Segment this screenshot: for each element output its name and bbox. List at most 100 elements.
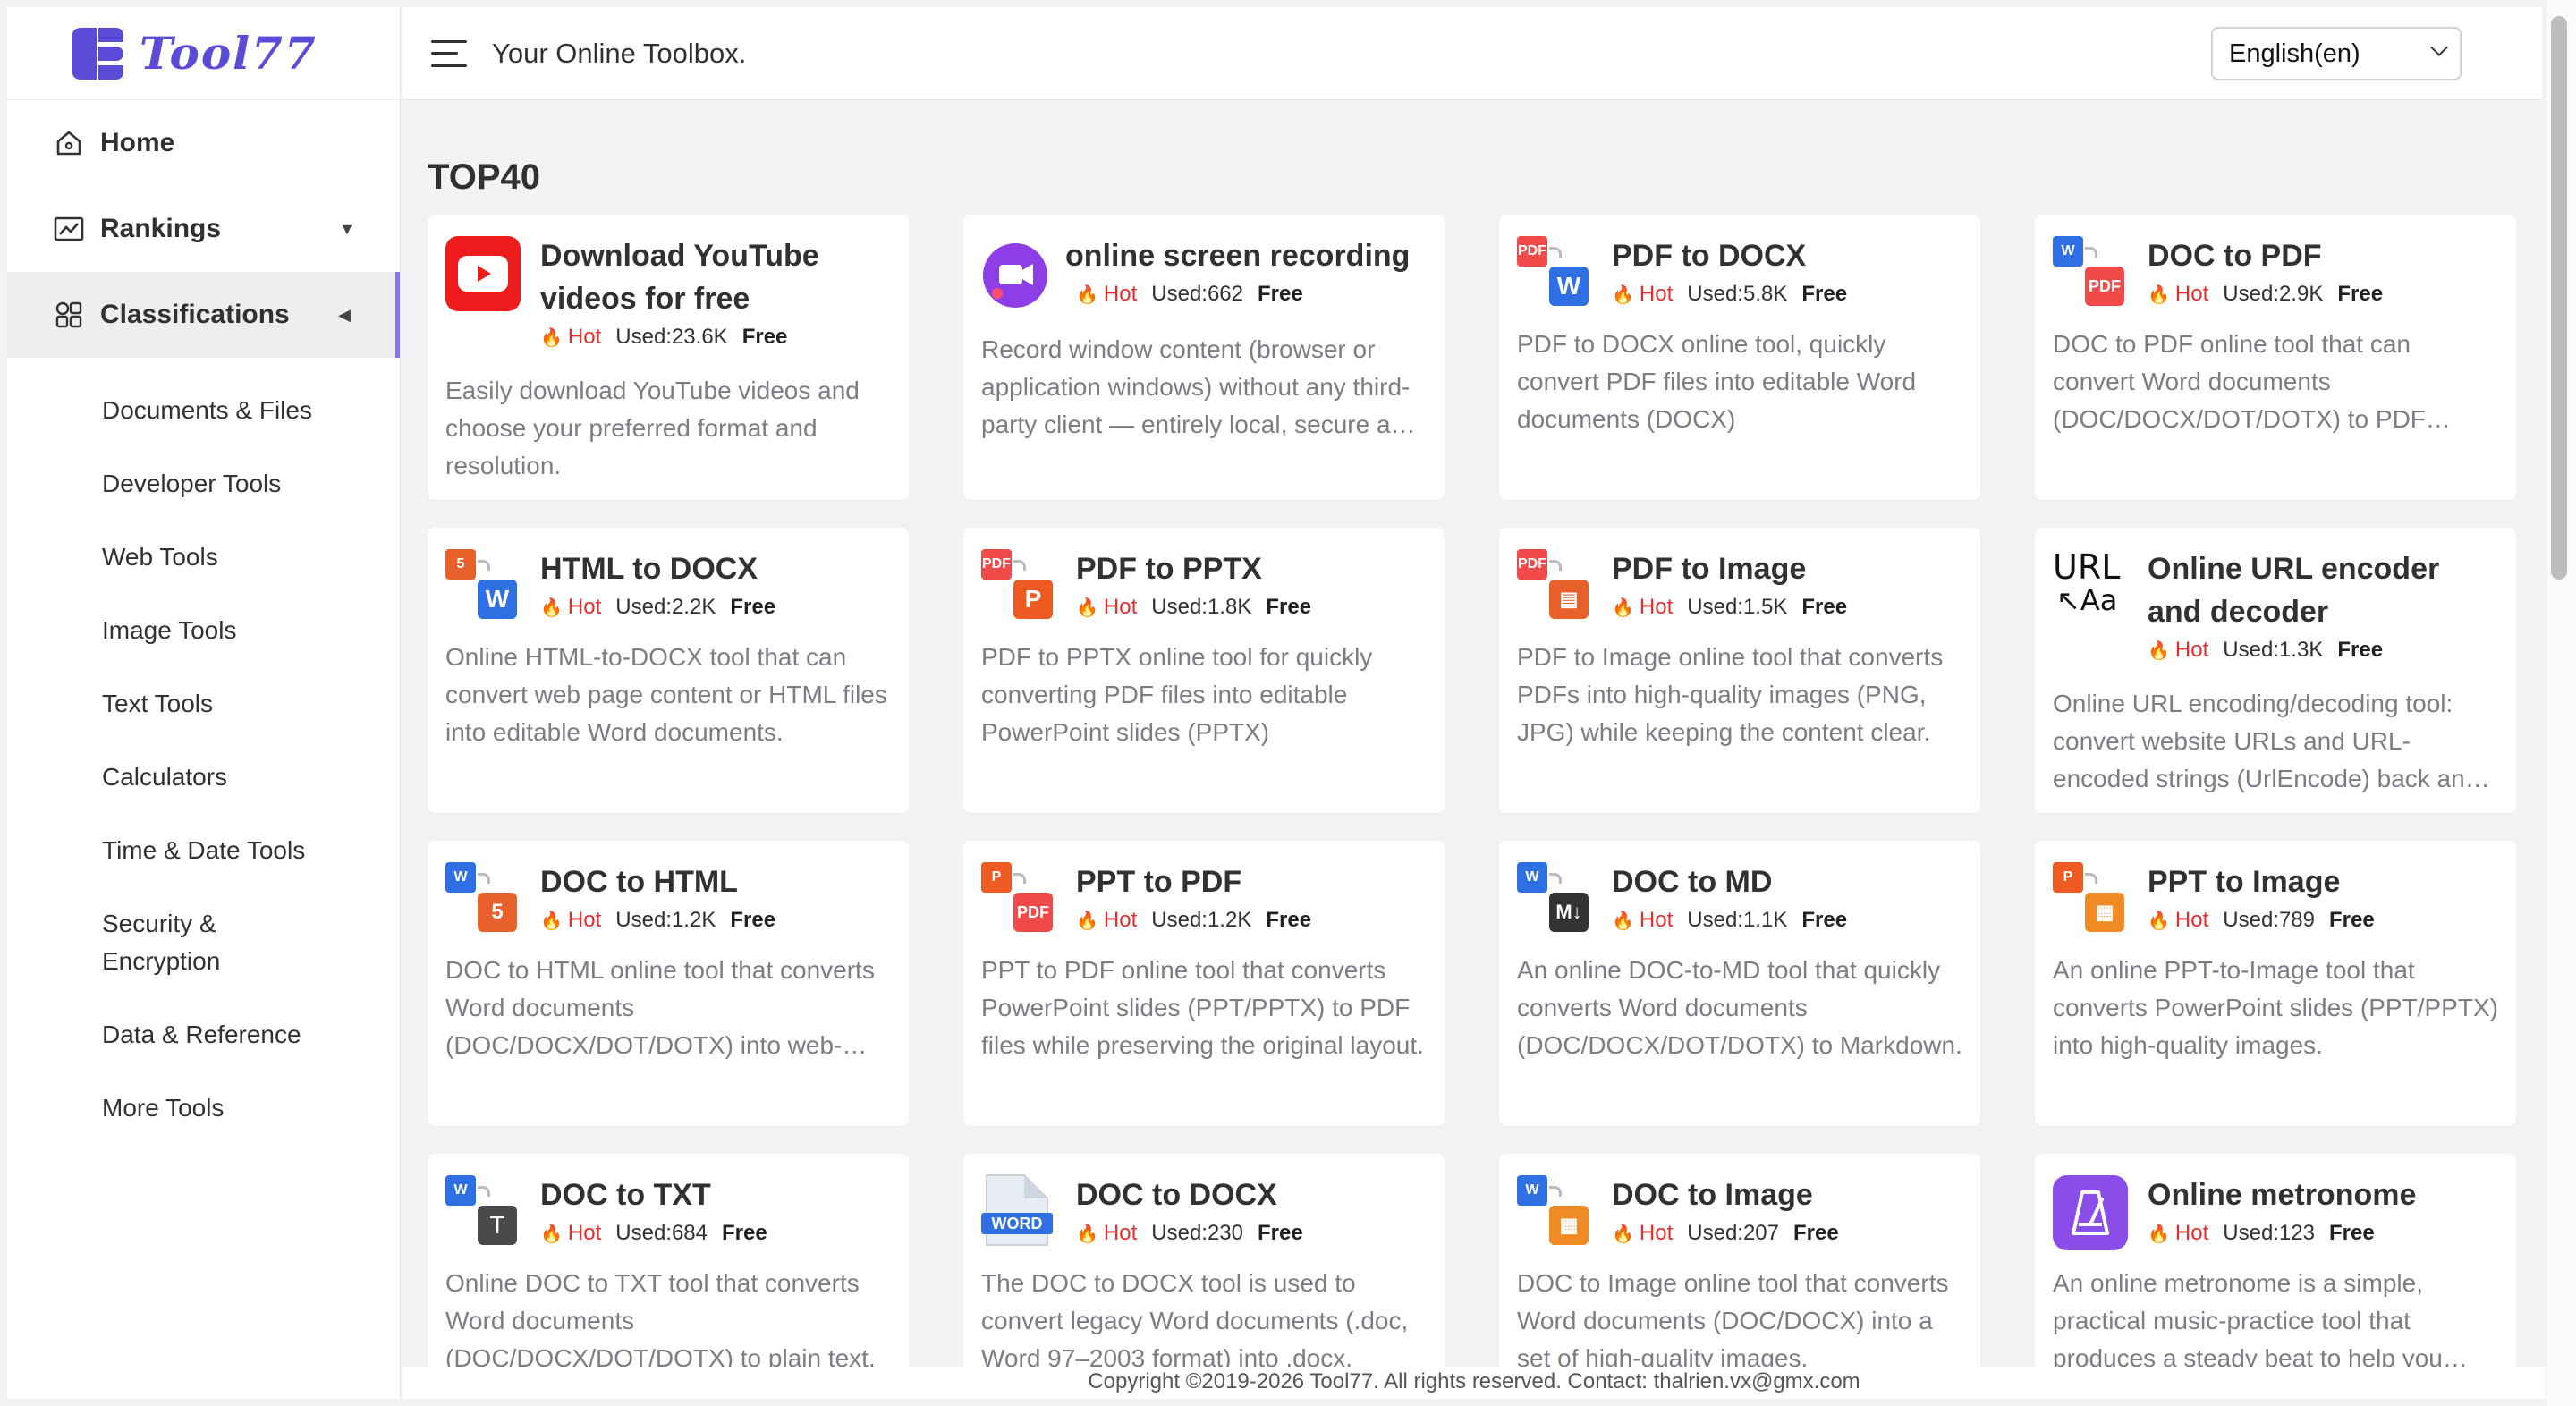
hot-label: Hot	[2174, 908, 2209, 932]
sub-web-tools[interactable]: Web Tools	[7, 521, 400, 594]
tool-card[interactable]: PDF ▤ PDF to Image 🔥 Hot Used:1.5K Free PD…	[1499, 528, 1980, 813]
tool-card[interactable]: W ▦ DOC to Image 🔥 Hot Used:207 Free DOC t…	[1499, 1154, 1980, 1367]
tool-description: DOC to Image online tool that converts W…	[1517, 1269, 1949, 1367]
hot-badge: 🔥 Hot	[2148, 282, 2208, 307]
tool-description: PDF to Image online tool that converts P…	[1517, 643, 1944, 746]
page-footer: Copyright ©2019-2026 Tool77. All rights …	[402, 1367, 2546, 1399]
scrollbar-thumb[interactable]	[2551, 16, 2567, 580]
language-select[interactable]: English(en)	[2211, 27, 2462, 80]
tool-grid-viewport: Download YouTube videos for free 🔥 Hot Us…	[402, 211, 2546, 1367]
usage-count: Used:1.2K	[615, 908, 716, 932]
hot-badge: 🔥 Hot	[1076, 908, 1137, 933]
site-logo[interactable]: Tool77	[7, 7, 400, 100]
tool-stats: 🔥 Hot Used:1.2K Free	[540, 905, 891, 936]
word-to-image-icon: W ▦	[1515, 1173, 1592, 1249]
tool-card[interactable]: PDF P PDF to PPTX 🔥 Hot Used:1.8K Free PDF…	[963, 528, 1445, 813]
hamburger-menu-icon[interactable]	[431, 39, 467, 67]
fire-icon: 🔥	[1076, 598, 1098, 618]
home-icon	[54, 128, 84, 158]
hot-badge: 🔥 Hot	[2148, 1221, 2208, 1246]
tool-title: DOC to TXT	[540, 1178, 711, 1212]
tool-card[interactable]: Download YouTube videos for free 🔥 Hot Us…	[428, 215, 909, 500]
sub-time-date-tools[interactable]: Time & Date Tools	[7, 814, 400, 887]
hot-label: Hot	[1639, 1221, 1674, 1245]
tool-card[interactable]: W M↓ DOC to MD 🔥 Hot Used:1.1K Free An onl…	[1499, 841, 1980, 1126]
word-file-icon: WORD	[979, 1173, 1056, 1249]
free-badge: Free	[1266, 908, 1312, 932]
hot-label: Hot	[2174, 1221, 2209, 1245]
tool-stats: 🔥 Hot Used:1.2K Free	[1076, 905, 1427, 936]
html-to-word-icon: 5W	[444, 547, 521, 623]
free-badge: Free	[2337, 282, 2384, 306]
tool-stats: 🔥 Hot Used:207 Free	[1612, 1218, 1962, 1249]
tool-title: PDF to PPTX	[1076, 552, 1262, 586]
ppt-to-image-icon: P ▦	[2051, 860, 2128, 936]
hot-label: Hot	[2174, 282, 2209, 306]
fire-icon: 🔥	[540, 911, 563, 931]
hot-label: Hot	[1639, 908, 1674, 932]
usage-count: Used:5.8K	[1687, 282, 1788, 306]
tool-card[interactable]: P ▦ PPT to Image 🔥 Hot Used:789 Free An on…	[2035, 841, 2516, 1126]
tool-card[interactable]: W PDF DOC to PDF 🔥 Hot Used:2.9K Free DOC …	[2035, 215, 2516, 500]
free-badge: Free	[1801, 282, 1848, 306]
tool-card[interactable]: WORD DOC to DOCX 🔥 Hot Used:230 Free The …	[963, 1154, 1445, 1367]
sub-more-tools[interactable]: More Tools	[7, 1071, 400, 1145]
tool-title: PDF to Image	[1612, 552, 1807, 586]
tool-card[interactable]: online screen recording 🔥 Hot Used:662 Fr…	[963, 215, 1445, 500]
tool-description: An online PPT-to-Image tool that convert…	[2053, 956, 2498, 1059]
tool-stats: 🔥 Hot Used:1.8K Free	[1076, 592, 1427, 623]
hot-badge: 🔥 Hot	[540, 325, 601, 350]
tool-card[interactable]: WT DOC to TXT 🔥 Hot Used:684 Free Online …	[428, 1154, 909, 1367]
tool-title: PDF to DOCX	[1612, 239, 1807, 273]
free-badge: Free	[741, 325, 788, 349]
tool-card[interactable]: URL ↖Aa Online URL encoder and decoder 🔥…	[2035, 528, 2516, 813]
sub-text-tools[interactable]: Text Tools	[7, 667, 400, 741]
tool-description: Record window content (browser or applic…	[981, 335, 1419, 438]
sub-security-label: Security & Encryption	[102, 910, 221, 975]
sub-image-tools[interactable]: Image Tools	[7, 594, 400, 667]
top-header: Your Online Toolbox. English(en)	[402, 7, 2542, 100]
hot-badge: 🔥 Hot	[1076, 595, 1137, 620]
pdf-to-word-icon: PDF W	[1515, 234, 1592, 309]
sub-developer-tools[interactable]: Developer Tools	[7, 447, 400, 521]
tool-stats: 🔥 Hot Used:684 Free	[540, 1218, 891, 1249]
nav-rankings[interactable]: Rankings ▼	[7, 186, 400, 272]
hot-label: Hot	[567, 1221, 602, 1245]
tool-stats: 🔥 Hot Used:1.3K Free	[2148, 635, 2498, 665]
tool-stats: 🔥 Hot Used:230 Free	[1076, 1218, 1427, 1249]
tool-card[interactable]: PDF W PDF to DOCX 🔥 Hot Used:5.8K Free PDF…	[1499, 215, 1980, 500]
fire-icon: 🔥	[1076, 911, 1098, 931]
tool-stats: 🔥 Hot Used:23.6K Free	[540, 322, 891, 352]
nav-home[interactable]: Home	[7, 100, 400, 186]
nav-rankings-label: Rankings	[100, 214, 222, 243]
tool-stats: 🔥 Hot Used:1.1K Free	[1612, 905, 1962, 936]
word-to-html-icon: W5	[444, 860, 521, 936]
sub-documents-files[interactable]: Documents & Files	[7, 374, 400, 447]
fire-icon: 🔥	[1612, 1224, 1634, 1244]
tool-description: PDF to PPTX online tool for quickly conv…	[981, 643, 1373, 746]
logo-text: Tool77	[140, 27, 318, 80]
tool-card[interactable]: W5 DOC to HTML 🔥 Hot Used:1.2K Free DOC t…	[428, 841, 909, 1126]
tool-card[interactable]: P PDF PPT to PDF 🔥 Hot Used:1.2K Free PPT …	[963, 841, 1445, 1126]
tool-stats: 🔥 Hot Used:1.5K Free	[1612, 592, 1962, 623]
tool-description: PPT to PDF online tool that converts Pow…	[981, 956, 1424, 1059]
sub-calculators[interactable]: Calculators	[7, 741, 400, 814]
sub-data-reference[interactable]: Data & Reference	[7, 998, 400, 1071]
fire-icon: 🔥	[2148, 1224, 2170, 1244]
word-to-txt-icon: WT	[444, 1173, 521, 1249]
fire-icon: 🔥	[1612, 911, 1634, 931]
fire-icon: 🔥	[2148, 285, 2170, 305]
fire-icon: 🔥	[2148, 641, 2170, 661]
fire-icon: 🔥	[540, 328, 563, 348]
tool-description: DOC to PDF online tool that can convert …	[2053, 330, 2426, 433]
usage-count: Used:1.8K	[1151, 595, 1252, 619]
tool-card[interactable]: 5W HTML to DOCX 🔥 Hot Used:2.2K Free Onli…	[428, 528, 909, 813]
usage-count: Used:1.3K	[2223, 638, 2324, 662]
nav-classifications[interactable]: Classifications ◀	[7, 272, 400, 358]
tool-card[interactable]: Online metronome 🔥 Hot Used:123 Free An o…	[2035, 1154, 2516, 1367]
sub-security-encryption[interactable]: Security & Encryption	[7, 887, 400, 998]
tool-stats: 🔥 Hot Used:789 Free	[2148, 905, 2498, 936]
hot-label: Hot	[1103, 595, 1138, 619]
classification-submenu: Documents & Files Developer Tools Web To…	[7, 358, 400, 1145]
sidebar: Tool77 Home Rankings ▼ Classifications ◀…	[7, 7, 401, 1399]
